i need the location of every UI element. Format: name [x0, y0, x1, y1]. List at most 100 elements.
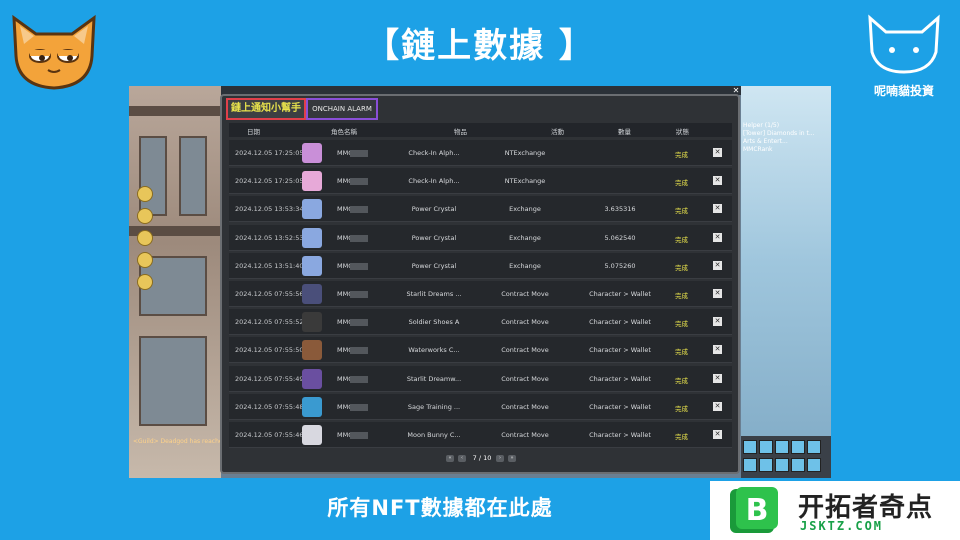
- row-date: 2024.12.05 07:55:49: [235, 374, 304, 383]
- quest-helper-line: Arts & Entert...: [743, 138, 788, 145]
- row-status: 完成: [675, 263, 688, 272]
- item-icon: [302, 255, 322, 276]
- column-header-date[interactable]: 日期: [247, 126, 260, 136]
- row-date: 2024.12.05 07:55:46: [235, 430, 304, 439]
- table-row[interactable]: 2024.12.05 07:55:56 MMC Starlit Dreams ...…: [229, 280, 732, 307]
- item-icon: [302, 424, 322, 445]
- item-icon: [302, 171, 322, 192]
- redacted-name: [350, 262, 368, 270]
- row-status: 完成: [675, 235, 688, 244]
- last-page-button[interactable]: »: [508, 455, 516, 462]
- row-item: Starlit Dreamw...: [406, 374, 462, 383]
- skill-bar[interactable]: [741, 436, 831, 478]
- row-activity: NTExchange: [504, 177, 546, 186]
- row-status: 完成: [675, 320, 688, 329]
- redacted-name: [350, 206, 368, 214]
- column-header-activity[interactable]: 活動: [551, 126, 564, 136]
- row-item: Power Crystal: [411, 205, 457, 214]
- redacted-name: [350, 403, 368, 411]
- item-icon: [302, 312, 322, 333]
- row-item: Starlit Dreams ...: [406, 289, 462, 298]
- redacted-name: [350, 178, 368, 186]
- side-quest-icons[interactable]: [137, 186, 153, 296]
- delete-row-button[interactable]: ✕: [713, 317, 722, 327]
- delete-row-button[interactable]: ✕: [713, 148, 722, 157]
- table-row[interactable]: 2024.12.05 17:25:05 MMC Check-In Alph... NT…: [229, 140, 732, 166]
- table-row[interactable]: 2024.12.05 13:51:40 MMC Power Crystal Excha…: [229, 252, 732, 279]
- prev-page-button[interactable]: ‹: [458, 455, 466, 462]
- row-date: 2024.12.05 17:25:05: [235, 177, 304, 186]
- row-date: 2024.12.05 07:55:52: [235, 318, 304, 327]
- row-activity: Contract Move: [501, 402, 549, 411]
- table-row[interactable]: 2024.12.05 07:55:48 MMC Sage Training ... C…: [229, 393, 732, 420]
- watermark-logo: B 开拓者奇点 JSKTZ.COM: [710, 481, 960, 540]
- close-icon[interactable]: ✕: [732, 87, 740, 95]
- row-date: 2024.12.05 13:53:34: [235, 205, 304, 214]
- row-activity: Contract Move: [501, 430, 549, 439]
- row-date: 2024.12.05 13:51:40: [235, 261, 304, 270]
- column-header-status[interactable]: 狀態: [676, 126, 689, 136]
- row-date: 2024.12.05 07:55:50: [235, 346, 304, 355]
- delete-row-button[interactable]: ✕: [713, 260, 722, 270]
- redacted-name: [350, 375, 368, 383]
- row-amount: 3.635316: [604, 205, 636, 214]
- quest-helper-line: MMCRank: [743, 146, 773, 153]
- delete-row-button[interactable]: ✕: [713, 401, 722, 411]
- item-icon: [302, 396, 322, 417]
- row-activity: NTExchange: [504, 149, 546, 157]
- table-row[interactable]: 2024.12.05 13:53:34 MMC Power Crystal Excha…: [229, 196, 732, 223]
- row-status: 完成: [675, 207, 688, 216]
- delete-row-button[interactable]: ✕: [713, 204, 722, 214]
- cat-outline-icon: [868, 14, 940, 74]
- item-icon: [302, 199, 322, 220]
- chat-message: <Guild> Deadgod has reached: [133, 438, 227, 445]
- table-row[interactable]: 2024.12.05 07:55:49 MMC Starlit Dreamw... C…: [229, 365, 732, 392]
- row-status: 完成: [675, 376, 688, 385]
- redacted-name: [350, 347, 368, 355]
- row-amount: Character > Wallet: [589, 318, 651, 327]
- row-amount: Character > Wallet: [589, 374, 651, 383]
- tab-onchain-alarm[interactable]: ONCHAIN ALARM: [306, 98, 378, 120]
- delete-row-button[interactable]: ✕: [713, 373, 722, 383]
- table-row[interactable]: 2024.12.05 07:55:52 MMC Soldier Shoes A Con…: [229, 309, 732, 336]
- item-icon: [302, 143, 322, 163]
- row-amount: 5.062540: [604, 233, 636, 242]
- row-activity: Exchange: [509, 261, 541, 270]
- row-date: 2024.12.05 17:25:05: [235, 149, 304, 157]
- row-activity: Exchange: [509, 205, 541, 214]
- column-header-item[interactable]: 物品: [454, 126, 467, 136]
- item-icon: [302, 283, 322, 304]
- page-title: 【鏈上數據 】: [365, 26, 595, 66]
- logo-letter: B: [746, 493, 769, 528]
- column-header-amount[interactable]: 數量: [618, 126, 631, 136]
- item-icon: [302, 368, 322, 389]
- row-status: 完成: [675, 291, 688, 300]
- table-row[interactable]: 2024.12.05 07:55:50 MMC Waterworks C... Con…: [229, 337, 732, 364]
- row-item: Moon Bunny C...: [407, 430, 461, 439]
- row-item: Power Crystal: [411, 233, 457, 242]
- delete-row-button[interactable]: ✕: [713, 429, 722, 439]
- table-row[interactable]: 2024.12.05 17:25:05 MMC Check-In Alph... NT…: [229, 168, 732, 195]
- row-amount: Character > Wallet: [589, 402, 651, 411]
- table-header: 日期 角色名稱 物品 活動 數量 狀態: [229, 123, 732, 137]
- delete-row-button[interactable]: ✕: [713, 176, 722, 186]
- next-page-button[interactable]: ›: [496, 455, 504, 462]
- row-date: 2024.12.05 07:55:48: [235, 402, 304, 411]
- redacted-name: [350, 319, 368, 327]
- tab-onchain-notify[interactable]: 鏈上通知小幫手: [226, 98, 306, 120]
- row-status: 完成: [675, 432, 688, 441]
- table-row[interactable]: 2024.12.05 13:52:53 MMC Power Crystal Excha…: [229, 224, 732, 251]
- column-header-character[interactable]: 角色名稱: [331, 126, 357, 136]
- row-status: 完成: [675, 179, 688, 188]
- redacted-name: [350, 150, 368, 157]
- first-page-button[interactable]: «: [446, 455, 454, 462]
- cat-mascot-icon: [12, 14, 96, 90]
- row-status: 完成: [675, 151, 688, 159]
- row-date: 2024.12.05 13:52:53: [235, 233, 304, 242]
- delete-row-button[interactable]: ✕: [713, 288, 722, 298]
- row-amount: Character > Wallet: [589, 289, 651, 298]
- row-activity: Contract Move: [501, 318, 549, 327]
- delete-row-button[interactable]: ✕: [713, 232, 722, 242]
- table-row[interactable]: 2024.12.05 07:55:46 MMC Moon Bunny C... Con…: [229, 421, 732, 448]
- delete-row-button[interactable]: ✕: [713, 345, 722, 355]
